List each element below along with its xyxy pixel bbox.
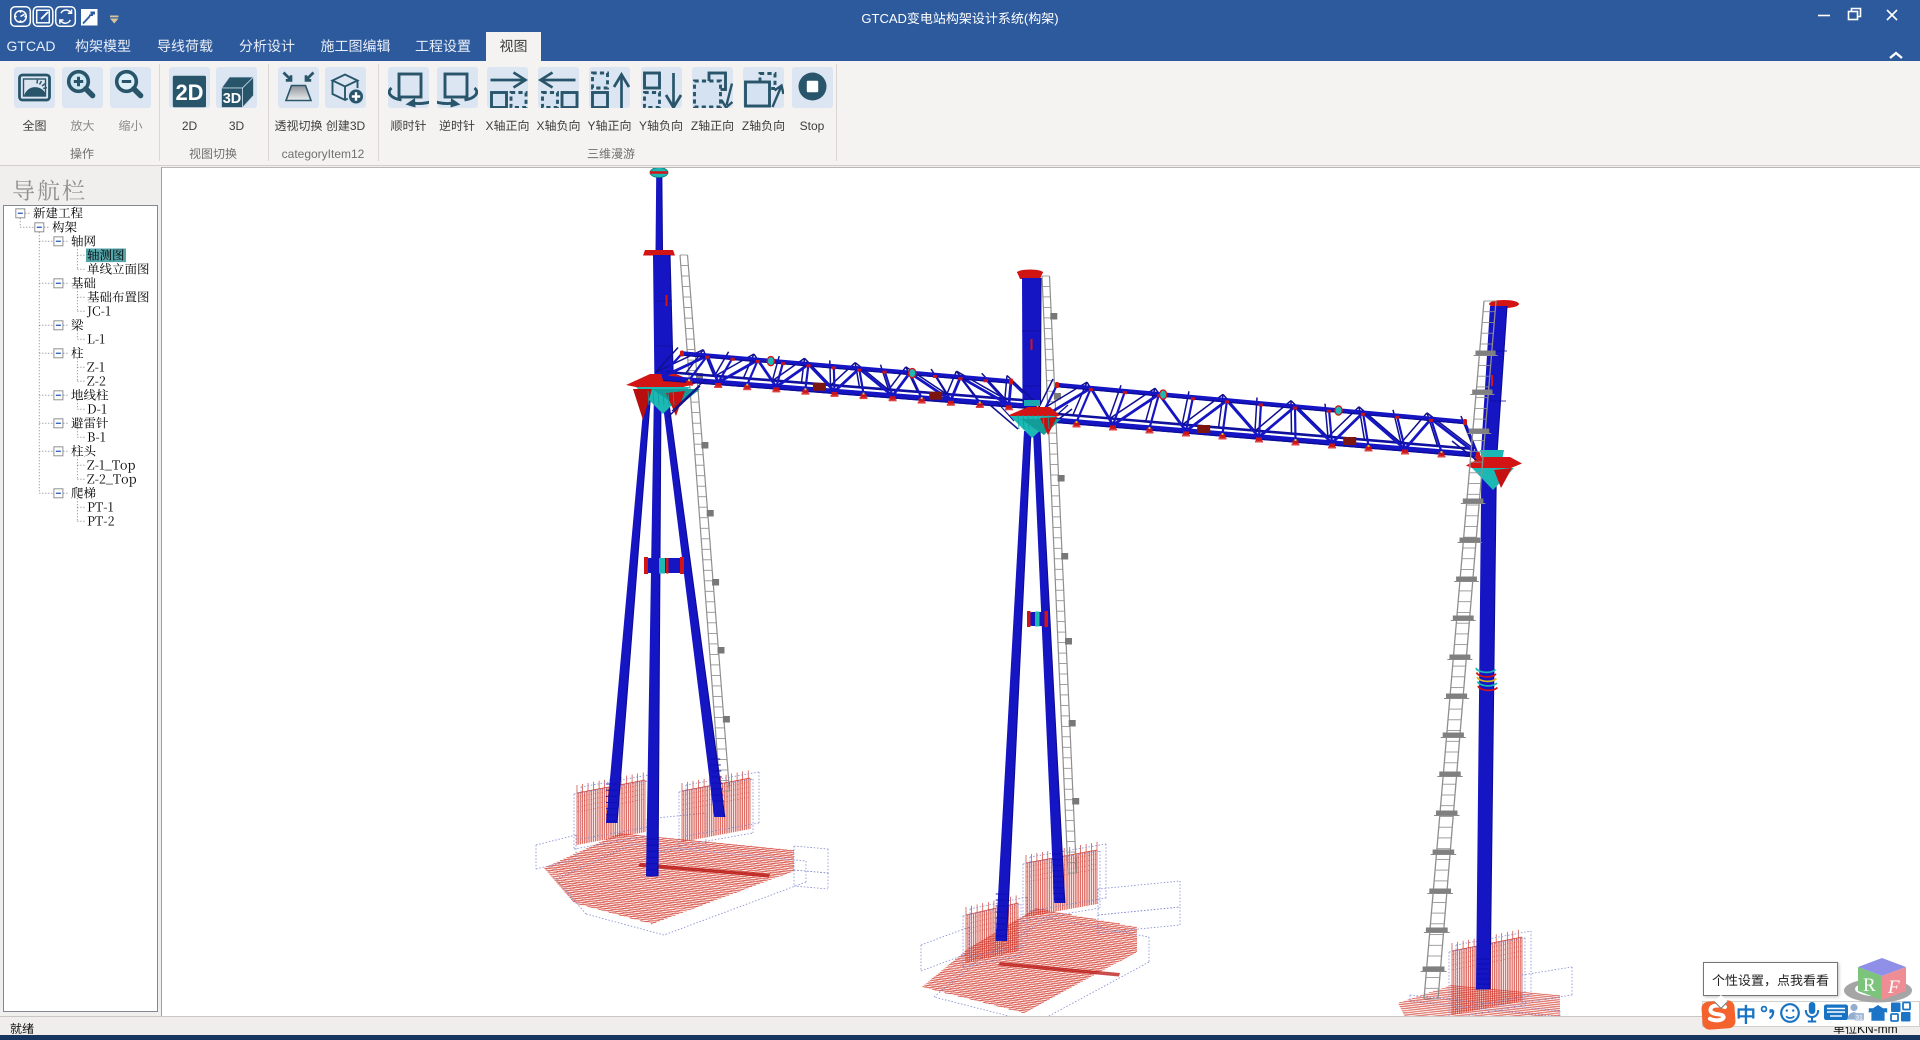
svg-text:31: 31 (1856, 1015, 1864, 1022)
svg-text:梁: 梁 (71, 316, 84, 334)
svg-text:F: F (1887, 977, 1900, 998)
svg-text:柱: 柱 (71, 344, 84, 362)
svg-text:中: 中 (1736, 999, 1756, 1028)
svg-text:2D: 2D (175, 80, 203, 105)
svg-text:PT-2: PT-2 (87, 512, 115, 530)
svg-text:单线立面图: 单线立面图 (87, 260, 150, 278)
svg-text:L-1: L-1 (87, 330, 105, 348)
svg-text:JC-1: JC-1 (86, 302, 111, 320)
svg-text:3D: 3D (223, 91, 242, 107)
svg-text:R: R (1863, 975, 1876, 996)
